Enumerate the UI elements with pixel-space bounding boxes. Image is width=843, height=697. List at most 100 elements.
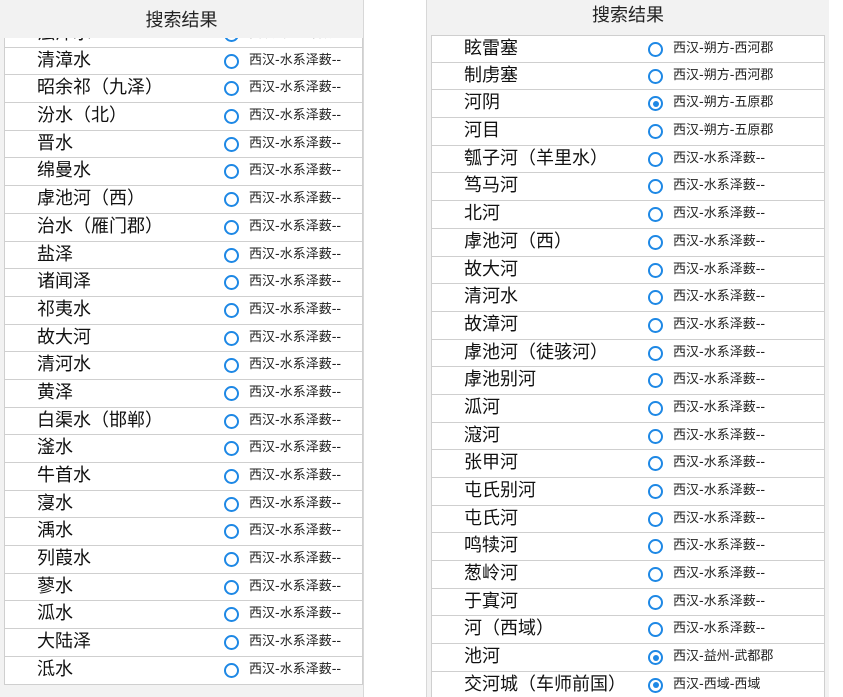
result-row[interactable]: 泒水 西汉-水系泽薮-- xyxy=(4,601,363,630)
radio-unselected-icon[interactable] xyxy=(224,219,239,235)
radio-unselected-icon[interactable] xyxy=(648,539,663,555)
radio-unselected-icon[interactable] xyxy=(224,552,239,568)
radio-unselected-icon[interactable] xyxy=(224,607,239,623)
result-row[interactable]: 池河 西汉-益州-武都郡 xyxy=(431,644,825,672)
radio-unselected-icon[interactable] xyxy=(648,373,663,389)
result-row[interactable]: 制虏塞 西汉-朔方-西河郡 xyxy=(431,62,825,91)
radio-unselected-icon[interactable] xyxy=(224,524,239,540)
result-row[interactable]: 列葭水 西汉-水系泽薮-- xyxy=(4,546,363,574)
result-row[interactable]: 张甲河 西汉-水系泽薮-- xyxy=(431,450,825,478)
left-results-list[interactable]: 浊漳水西汉-水系泽薮--清漳水西汉-水系泽薮--昭余祁（九泽）西汉-水系泽薮--… xyxy=(0,20,363,685)
radio-unselected-icon[interactable] xyxy=(224,413,239,429)
result-row[interactable]: 河阴 西汉-朔方-五原郡 xyxy=(431,90,825,119)
result-row[interactable]: 祁夷水 西汉-水系泽薮-- xyxy=(4,296,363,325)
radio-unselected-icon[interactable] xyxy=(648,124,663,140)
result-row[interactable]: 笃马河 西汉-水系泽薮-- xyxy=(431,173,825,202)
radio-selected-icon[interactable] xyxy=(648,650,663,666)
radio-unselected-icon[interactable] xyxy=(648,511,663,527)
radio-unselected-icon[interactable] xyxy=(648,622,663,638)
result-name: 昭余祁（九泽） xyxy=(37,77,163,99)
result-category: 西汉-水系泽薮-- xyxy=(673,316,766,332)
radio-unselected-icon[interactable] xyxy=(648,290,663,306)
result-row[interactable]: 牛首水 西汉-水系泽薮-- xyxy=(4,463,363,491)
result-row[interactable]: 昭余祁（九泽） 西汉-水系泽薮-- xyxy=(4,75,363,104)
result-row[interactable]: 北河 西汉-水系泽薮-- xyxy=(431,201,825,229)
radio-unselected-icon[interactable] xyxy=(224,662,239,678)
result-row[interactable]: 黄泽 西汉-水系泽薮-- xyxy=(4,379,363,408)
radio-unselected-icon[interactable] xyxy=(224,579,239,595)
radio-unselected-icon[interactable] xyxy=(224,53,239,69)
result-row[interactable]: 晋水 西汉-水系泽薮-- xyxy=(4,130,363,159)
result-row[interactable]: 交河城（车师前国） 西汉-西域-西域 xyxy=(431,671,825,697)
radio-unselected-icon[interactable] xyxy=(224,635,239,651)
radio-unselected-icon[interactable] xyxy=(224,136,239,152)
result-row[interactable]: 葱岭河 西汉-水系泽薮-- xyxy=(431,561,825,589)
result-row[interactable]: 渪水 西汉-水系泽薮-- xyxy=(4,518,363,547)
radio-unselected-icon[interactable] xyxy=(648,68,663,84)
radio-unselected-icon[interactable] xyxy=(224,441,239,457)
result-row[interactable]: 绵曼水 西汉-水系泽薮-- xyxy=(4,158,363,187)
radio-unselected-icon[interactable] xyxy=(648,594,663,610)
radio-unselected-icon[interactable] xyxy=(224,275,239,291)
radio-unselected-icon[interactable] xyxy=(224,81,239,97)
result-row[interactable]: 白渠水（邯郸） 西汉-水系泽薮-- xyxy=(4,407,363,436)
result-row[interactable]: 河（西域） 西汉-水系泽薮-- xyxy=(431,616,825,645)
result-row[interactable]: 盐泽 西汉-水系泽薮-- xyxy=(4,241,363,270)
result-row[interactable]: 大陆泽 西汉-水系泽薮-- xyxy=(4,629,363,657)
result-row[interactable]: 泒河 西汉-水系泽薮-- xyxy=(431,394,825,423)
radio-unselected-icon[interactable] xyxy=(224,496,239,512)
result-row[interactable]: 河目 西汉-朔方-五原郡 xyxy=(431,118,825,146)
right-results-list[interactable]: 眩雷塞 西汉-朔方-西河郡 制虏塞 西汉-朔方-西河郡 河阴 西汉-朔方-五原郡 河目 西汉-… xyxy=(427,35,829,697)
radio-unselected-icon[interactable] xyxy=(224,302,239,318)
result-row[interactable]: 屯氏河 西汉-水系泽薮-- xyxy=(431,505,825,534)
radio-unselected-icon[interactable] xyxy=(648,317,663,333)
result-row[interactable]: 清河水 西汉-水系泽薮-- xyxy=(4,352,363,380)
result-row[interactable]: 诸闻泽 西汉-水系泽薮-- xyxy=(4,269,363,297)
result-row[interactable]: 滏水 西汉-水系泽薮-- xyxy=(4,435,363,463)
result-row[interactable]: 于寘河 西汉-水系泽薮-- xyxy=(431,588,825,617)
result-row[interactable]: 寖水 西汉-水系泽薮-- xyxy=(4,490,363,519)
result-row[interactable]: 泜水 西汉-水系泽薮-- xyxy=(4,656,363,685)
result-row[interactable]: 虖池河（西） 西汉-水系泽薮-- xyxy=(431,228,825,257)
result-row[interactable]: 清漳水 西汉-水系泽薮-- xyxy=(4,47,363,76)
radio-unselected-icon[interactable] xyxy=(648,207,663,223)
result-row[interactable]: 汾水（北） 西汉-水系泽薮-- xyxy=(4,103,363,131)
radio-unselected-icon[interactable] xyxy=(648,428,663,444)
radio-unselected-icon[interactable] xyxy=(648,345,663,361)
radio-unselected-icon[interactable] xyxy=(648,484,663,499)
result-row[interactable]: 故大河 西汉-水系泽薮-- xyxy=(4,324,363,353)
result-row[interactable]: 蓼水 西汉-水系泽薮-- xyxy=(4,573,363,602)
radio-selected-icon[interactable] xyxy=(648,96,663,112)
result-row[interactable]: 虖池河（徒骇河） 西汉-水系泽薮-- xyxy=(431,339,825,368)
radio-unselected-icon[interactable] xyxy=(224,164,239,180)
result-row[interactable]: 屯氏别河 西汉-水系泽薮-- xyxy=(431,478,825,506)
radio-unselected-icon[interactable] xyxy=(648,179,663,195)
radio-unselected-icon[interactable] xyxy=(224,109,239,125)
radio-unselected-icon[interactable] xyxy=(648,234,663,250)
result-row[interactable]: 瓠子河（羊里水） 西汉-水系泽薮-- xyxy=(431,145,825,174)
radio-unselected-icon[interactable] xyxy=(224,385,239,401)
radio-unselected-icon[interactable] xyxy=(224,247,239,263)
radio-selected-icon[interactable] xyxy=(648,677,663,693)
result-row[interactable]: 鸣犊河 西汉-水系泽薮-- xyxy=(431,533,825,562)
radio-unselected-icon[interactable] xyxy=(224,469,239,484)
radio-unselected-icon[interactable] xyxy=(648,456,663,472)
result-row[interactable]: 虖池别河 西汉-水系泽薮-- xyxy=(431,367,825,395)
radio-unselected-icon[interactable] xyxy=(648,400,663,416)
radio-unselected-icon[interactable] xyxy=(224,330,239,346)
result-row[interactable]: 滱河 西汉-水系泽薮-- xyxy=(431,422,825,451)
radio-unselected-icon[interactable] xyxy=(648,262,663,278)
radio-unselected-icon[interactable] xyxy=(224,192,239,208)
radio-unselected-icon[interactable] xyxy=(648,151,663,167)
result-category: 西汉-水系泽薮-- xyxy=(673,593,766,609)
result-row[interactable]: 清河水 西汉-水系泽薮-- xyxy=(431,284,825,312)
result-row[interactable]: 眩雷塞 西汉-朔方-西河郡 xyxy=(431,35,825,63)
result-row[interactable]: 治水（雁门郡） 西汉-水系泽薮-- xyxy=(4,213,363,242)
result-row[interactable]: 故大河 西汉-水系泽薮-- xyxy=(431,256,825,285)
result-row[interactable]: 故漳河 西汉-水系泽薮-- xyxy=(431,311,825,340)
radio-unselected-icon[interactable] xyxy=(224,358,239,374)
radio-unselected-icon[interactable] xyxy=(648,567,663,583)
radio-unselected-icon[interactable] xyxy=(648,42,663,57)
result-category: 西汉-水系泽薮-- xyxy=(249,440,342,456)
result-row[interactable]: 虖池河（西） 西汉-水系泽薮-- xyxy=(4,186,363,214)
